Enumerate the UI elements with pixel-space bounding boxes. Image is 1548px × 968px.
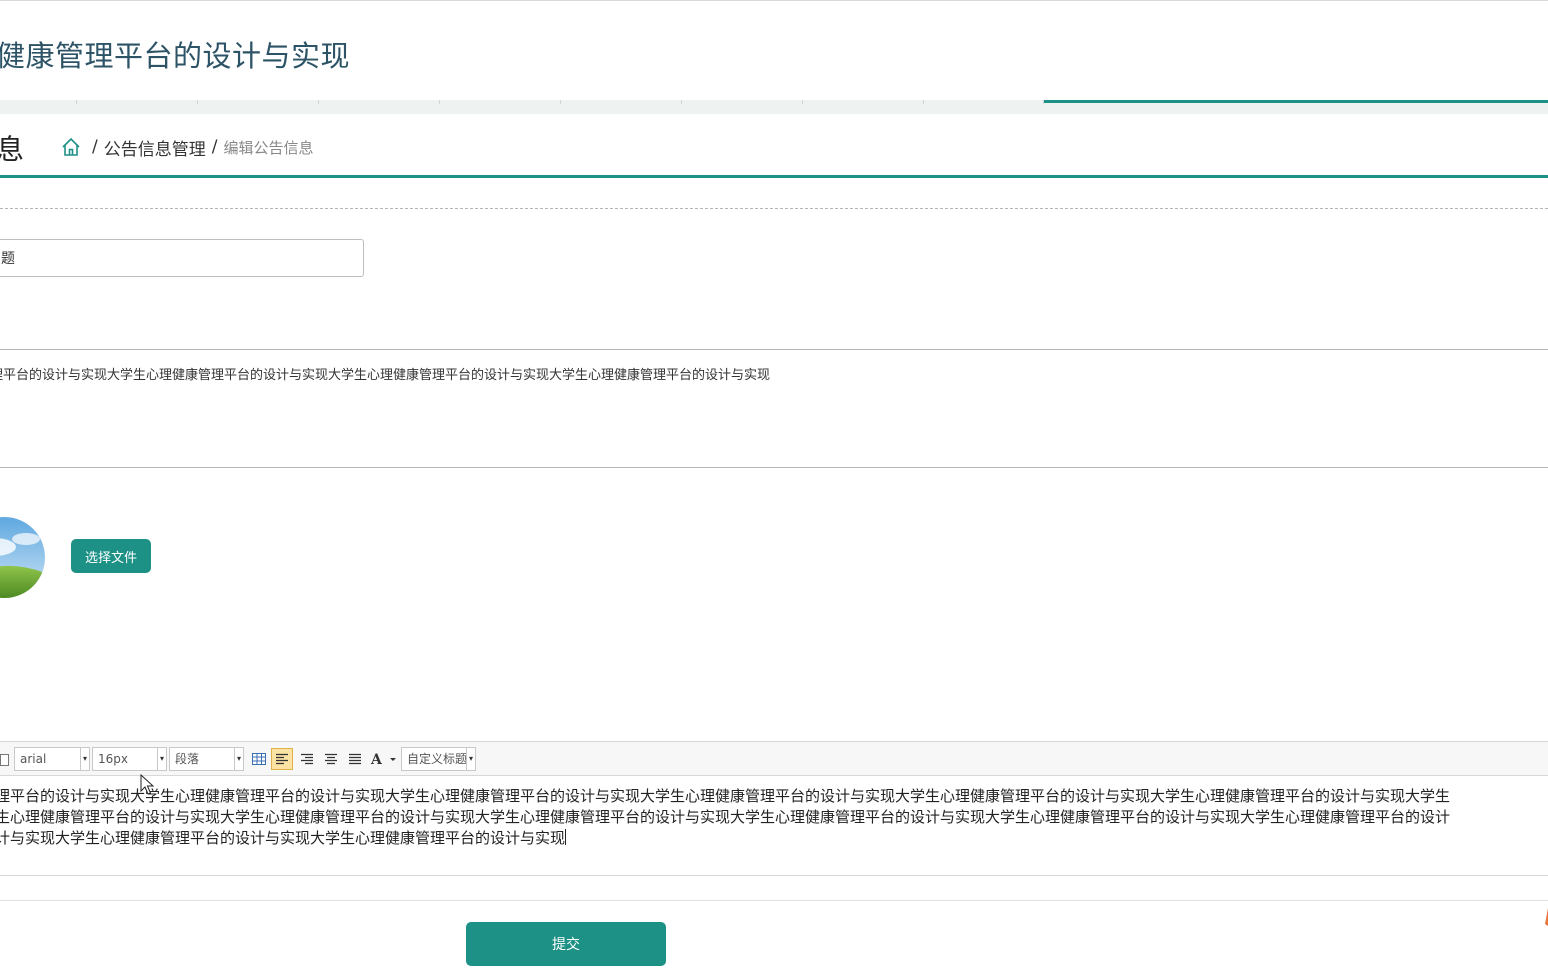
breadcrumb: / 公告信息管理 / 编辑公告信息 — [60, 134, 313, 160]
custom-heading-select[interactable]: 自定义标题 ▾ — [401, 747, 476, 771]
page-title: 息 — [0, 133, 25, 166]
summary-text: 理平台的设计与实现大学生心理健康管理平台的设计与实现大学生心理健康管理平台的设计… — [0, 368, 771, 383]
nav-tab[interactable] — [319, 100, 440, 104]
editor-line-last: 计与实现大学生心理健康管理平台的设计与实现大学生心理健康管理平台的设计与实现 — [0, 828, 1548, 849]
summary-textarea[interactable]: 理平台的设计与实现大学生心理健康管理平台的设计与实现大学生心理健康管理平台的设计… — [0, 349, 1548, 468]
nav-tab[interactable] — [561, 100, 682, 104]
editor-line: 生心理健康管理平台的设计与实现大学生心理健康管理平台的设计与实现大学生心理健康管… — [0, 808, 1451, 826]
custom-heading-value: 自定义标题 — [407, 752, 468, 766]
font-color-icon[interactable]: A — [368, 748, 398, 770]
align-left-icon[interactable] — [271, 748, 293, 770]
nav-tab[interactable] — [803, 100, 924, 104]
choose-file-button[interactable]: 选择文件 — [71, 539, 151, 573]
editor-line: 理平台的设计与实现大学生心理健康管理平台的设计与实现大学生心理健康管理平台的设计… — [0, 787, 1451, 805]
nav-tab[interactable] — [440, 100, 561, 104]
top-border — [0, 0, 1548, 1]
mouse-cursor-icon — [140, 773, 155, 796]
paragraph-value: 段落 — [175, 752, 200, 766]
dashed-divider — [0, 208, 1548, 209]
font-family-select[interactable]: arial ▾ — [14, 747, 90, 771]
align-right-icon[interactable] — [296, 748, 318, 770]
breadcrumb-parent[interactable]: 公告信息管理 — [104, 135, 206, 160]
paragraph-select[interactable]: 段落 ▾ — [169, 747, 244, 771]
editor-bottom-border — [0, 875, 1548, 876]
align-center-icon[interactable] — [320, 748, 342, 770]
cover-image — [0, 517, 45, 598]
nav-tab[interactable] — [924, 100, 1044, 104]
font-size-value: 16px — [98, 752, 128, 766]
app-title: 健康管理平台的设计与实现 — [0, 39, 351, 73]
submit-button[interactable]: 提交 — [466, 922, 666, 966]
breadcrumb-current: 编辑公告信息 — [223, 138, 314, 157]
nav-tab[interactable] — [198, 100, 319, 104]
font-family-value: arial — [20, 752, 47, 766]
rich-text-editor[interactable]: 理平台的设计与实现大学生心理健康管理平台的设计与实现大学生心理健康管理平台的设计… — [0, 786, 1548, 874]
nav-tab[interactable] — [682, 100, 803, 104]
caret-down-icon: ▾ — [157, 748, 166, 770]
nav-tab[interactable] — [77, 100, 198, 104]
align-justify-icon[interactable] — [344, 748, 366, 770]
title-input[interactable] — [0, 239, 364, 277]
nav-tab[interactable] — [0, 100, 77, 104]
caret-down-icon: ▾ — [466, 748, 475, 770]
footer-divider — [0, 900, 1548, 901]
svg-text:A: A — [370, 752, 383, 766]
breadcrumb-separator: / — [211, 137, 218, 157]
caret-down-icon: ▾ — [80, 748, 89, 770]
paste-icon[interactable] — [0, 752, 10, 771]
editor-line-text: 计与实现大学生心理健康管理平台的设计与实现大学生心理健康管理平台的设计与实现 — [0, 829, 566, 847]
corner-decoration-icon — [1541, 908, 1548, 928]
editor-toolbar: arial ▾ 16px ▾ 段落 ▾ A 自定义标题 ▾ — [0, 741, 1548, 776]
font-size-select[interactable]: 16px ▾ — [92, 747, 167, 771]
table-icon[interactable] — [248, 748, 270, 770]
nav-active-indicator — [1044, 100, 1548, 103]
header-divider — [0, 175, 1548, 178]
home-icon[interactable] — [60, 136, 82, 158]
breadcrumb-separator: / — [92, 137, 98, 157]
caret-down-icon: ▾ — [234, 748, 243, 770]
text-caret — [565, 829, 567, 845]
